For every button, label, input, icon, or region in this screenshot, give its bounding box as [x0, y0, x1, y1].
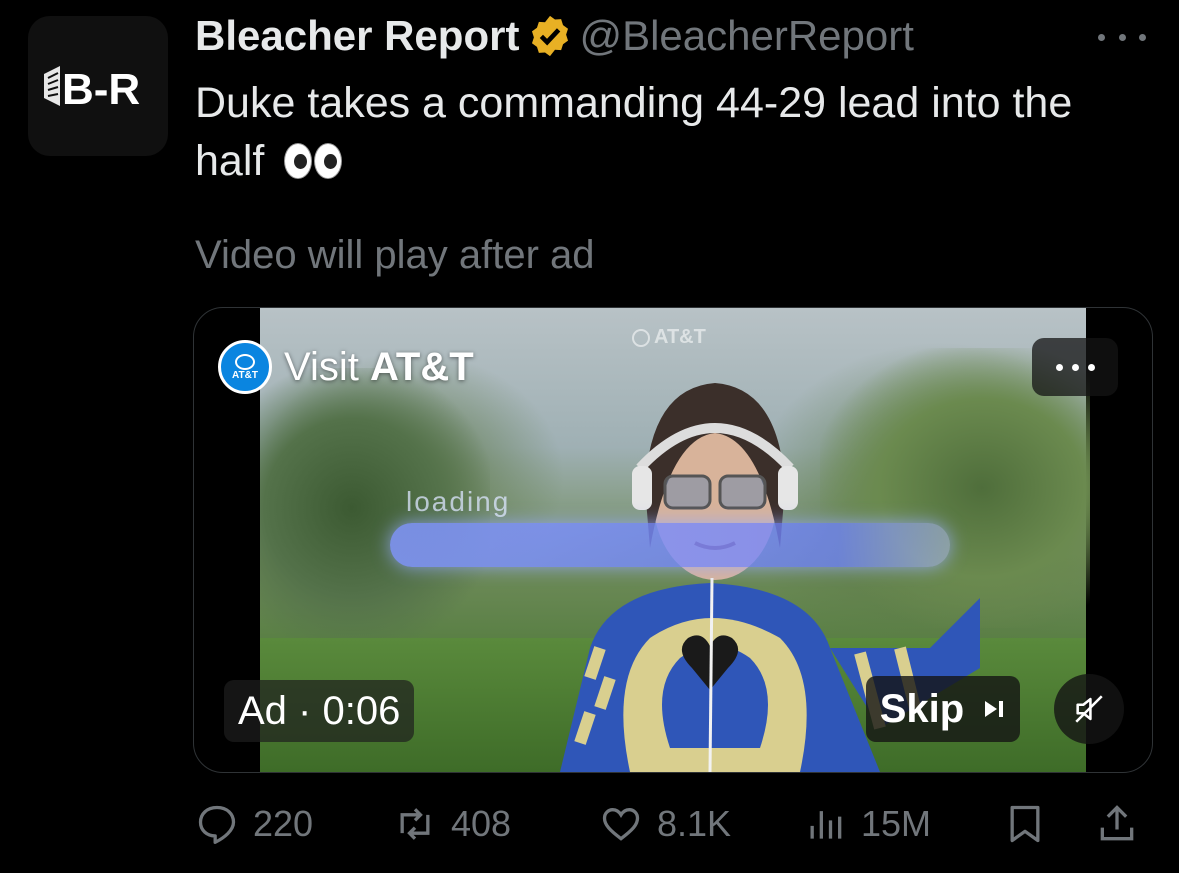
- handle[interactable]: @BleacherReport: [579, 12, 913, 60]
- like-icon: [602, 808, 640, 841]
- advertiser-name: AT&T: [369, 344, 474, 389]
- video-player[interactable]: loading AT&T AT&T Visit AT&T Ad · 0:06 S…: [193, 307, 1153, 773]
- tweet-header: Bleacher Report @BleacherReport: [195, 12, 914, 60]
- att-watermark: AT&T: [632, 326, 706, 349]
- dot: [1087, 363, 1095, 371]
- loading-text: loading: [406, 486, 511, 517]
- like-count: 8.1K: [657, 803, 732, 844]
- avatar-text: B-R: [62, 65, 140, 114]
- eyes-emoji: [284, 143, 343, 179]
- visit-label[interactable]: Visit AT&T: [284, 345, 474, 390]
- ad-timer: Ad · 0:06: [224, 680, 415, 742]
- dot: [1098, 33, 1105, 41]
- verified-icon[interactable]: [527, 13, 573, 59]
- ad-more-icon[interactable]: [1032, 338, 1118, 396]
- reply-icon: [198, 805, 236, 844]
- display-name[interactable]: Bleacher Report: [195, 12, 519, 60]
- bleacher-report-logo: B-R: [44, 65, 140, 114]
- dot: [1118, 33, 1126, 41]
- bookmark-button[interactable]: [1003, 796, 1047, 852]
- like-button[interactable]: 8.1K: [599, 796, 731, 852]
- repost-icon: [400, 808, 430, 840]
- dot: [1071, 363, 1079, 371]
- video-notice: Video will play after ad: [195, 233, 595, 277]
- avatar[interactable]: B-R: [28, 16, 168, 156]
- more-icon[interactable]: [1098, 22, 1146, 52]
- skip-button[interactable]: Skip: [866, 676, 1020, 742]
- share-button[interactable]: [1095, 796, 1139, 852]
- repost-count: 408: [451, 803, 512, 844]
- views-button[interactable]: 15M: [803, 796, 931, 852]
- bookmark-icon: [1010, 805, 1040, 843]
- dot: [1139, 33, 1146, 41]
- share-icon: [1100, 805, 1134, 841]
- att-globe-icon: [235, 353, 255, 370]
- att-logo-text: AT&T: [232, 369, 258, 381]
- dot: [1055, 363, 1063, 371]
- reply-count: 220: [253, 803, 314, 844]
- skip-icon: [985, 701, 1004, 717]
- reply-button[interactable]: 220: [195, 796, 313, 852]
- mute-button[interactable]: [1054, 674, 1124, 744]
- skip-label: Skip: [879, 686, 965, 731]
- eye-right: [314, 143, 343, 179]
- visit-prefix: Visit: [284, 344, 359, 389]
- att-globe-icon: [632, 328, 650, 347]
- tweet[interactable]: B-R Bleacher Report @BleacherReport Duke…: [0, 0, 1179, 873]
- att-logo-icon[interactable]: AT&T: [218, 340, 272, 394]
- repost-button[interactable]: 408: [393, 796, 511, 852]
- tweet-text: Duke takes a commanding 44-29 lead into …: [195, 74, 1135, 190]
- watermark-text: AT&T: [654, 326, 706, 348]
- action-bar: 220 408 8.1K 15M: [195, 796, 1145, 856]
- loading-bar: [390, 523, 950, 567]
- mute-icon: [1075, 695, 1103, 723]
- views-icon: [810, 811, 842, 839]
- view-count: 15M: [861, 803, 932, 844]
- visit-advertiser-link[interactable]: AT&T Visit AT&T: [218, 340, 474, 394]
- eye-left: [284, 143, 313, 179]
